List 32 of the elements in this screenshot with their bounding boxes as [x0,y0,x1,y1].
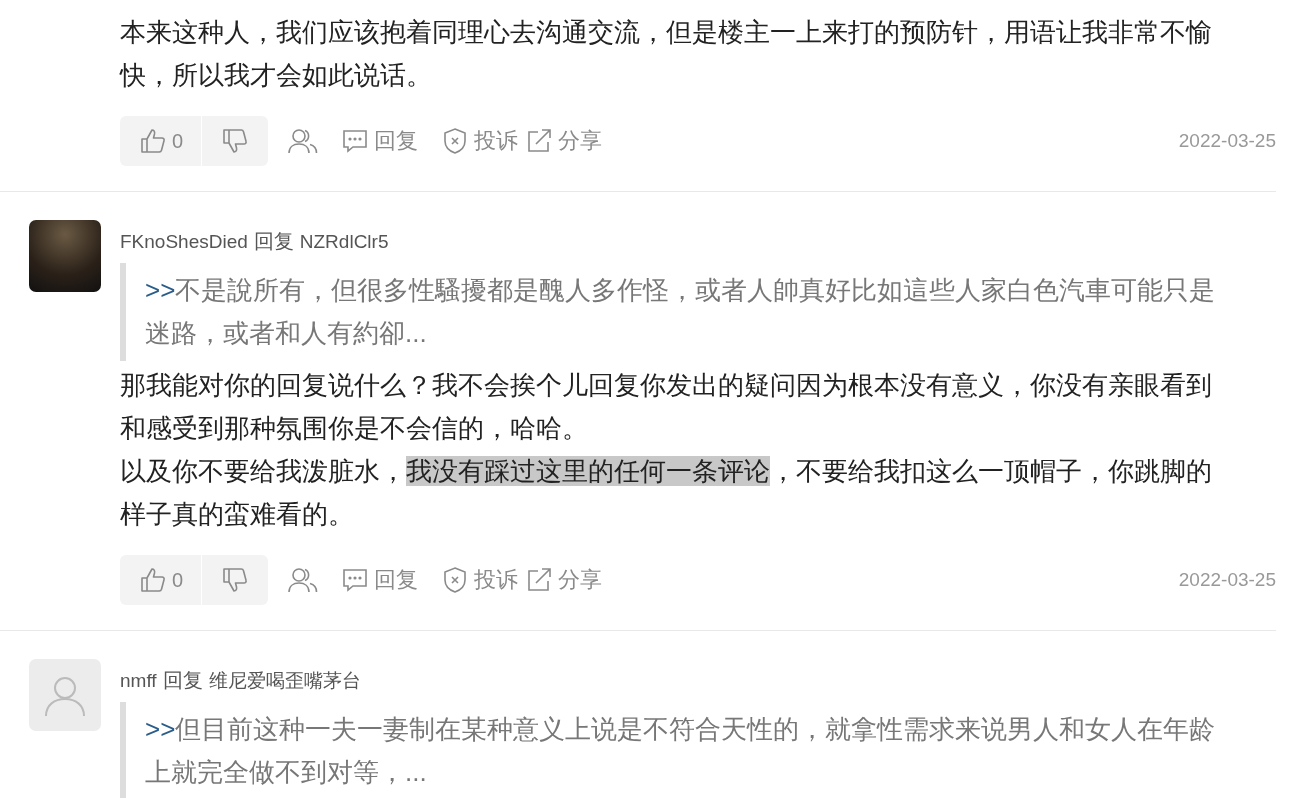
quoted-text: >>但目前这种一夫一妻制在某种意义上说是不符合天性的，就拿性需求来说男人和女人在年龄上就完全做不到对等，... [120,702,1233,798]
reply-target-link[interactable]: NZRdlClr5 [299,221,389,263]
shield-icon [442,566,468,594]
comment-icon [342,568,368,592]
people-icon[interactable] [288,128,318,154]
avatar-photo-placeholder [29,220,101,292]
share-icon [526,128,552,154]
reply-target-link[interactable]: 维尼爱喝歪嘴茅台 [208,660,361,702]
report-button[interactable]: 投诉 [442,565,518,595]
thumbs-down-icon [222,128,248,154]
people-icon[interactable] [288,567,318,593]
reply-label: 回复 [162,668,203,693]
report-button[interactable]: 投诉 [442,126,518,156]
username-link[interactable]: nmff [120,660,157,702]
shield-icon [442,127,468,155]
quoted-text: >>不是說所有，但很多性騷擾都是醜人多作怪，或者人帥真好比如這些人家白色汽車可能只是迷路，或者和人有約卻... [120,263,1233,361]
comment-date: 2022-03-25 [1178,130,1276,152]
comment-icon [342,129,368,153]
comment-paragraph: 那我能对你的回复说什么？我不会挨个儿回复你发出的疑问因为根本没有意义，你没有亲眼看到和感受到那种氛围你是不会信的，哈哈。 [120,369,1213,445]
thumbs-up-icon [140,128,166,154]
share-icon [526,567,552,593]
reply-button[interactable]: 回复 [342,126,418,156]
username-link[interactable]: FKnoShesDied [120,221,248,263]
comment-date: 2022-03-25 [1178,569,1276,591]
share-button[interactable]: 分享 [526,126,602,156]
reply-button[interactable]: 回复 [342,565,418,595]
comment-paragraph: 以及你不要给我泼脏水，我没有踩过这里的任何一条评论，不要给我扣这么一顶帽子，你跳脚的样子真的蛮难看的。 [120,455,1213,531]
comment-paragraph: 本来这种人，我们应该抱着同理心去沟通交流，但是楼主一上来打的预防针，用语让我非常不愉快，所以我才会如此说话。 [120,16,1213,92]
reply-label: 回复 [253,229,294,254]
thumbs-down-icon [222,567,248,593]
share-button[interactable]: 分享 [526,565,602,595]
thumbs-up-icon [140,567,166,593]
